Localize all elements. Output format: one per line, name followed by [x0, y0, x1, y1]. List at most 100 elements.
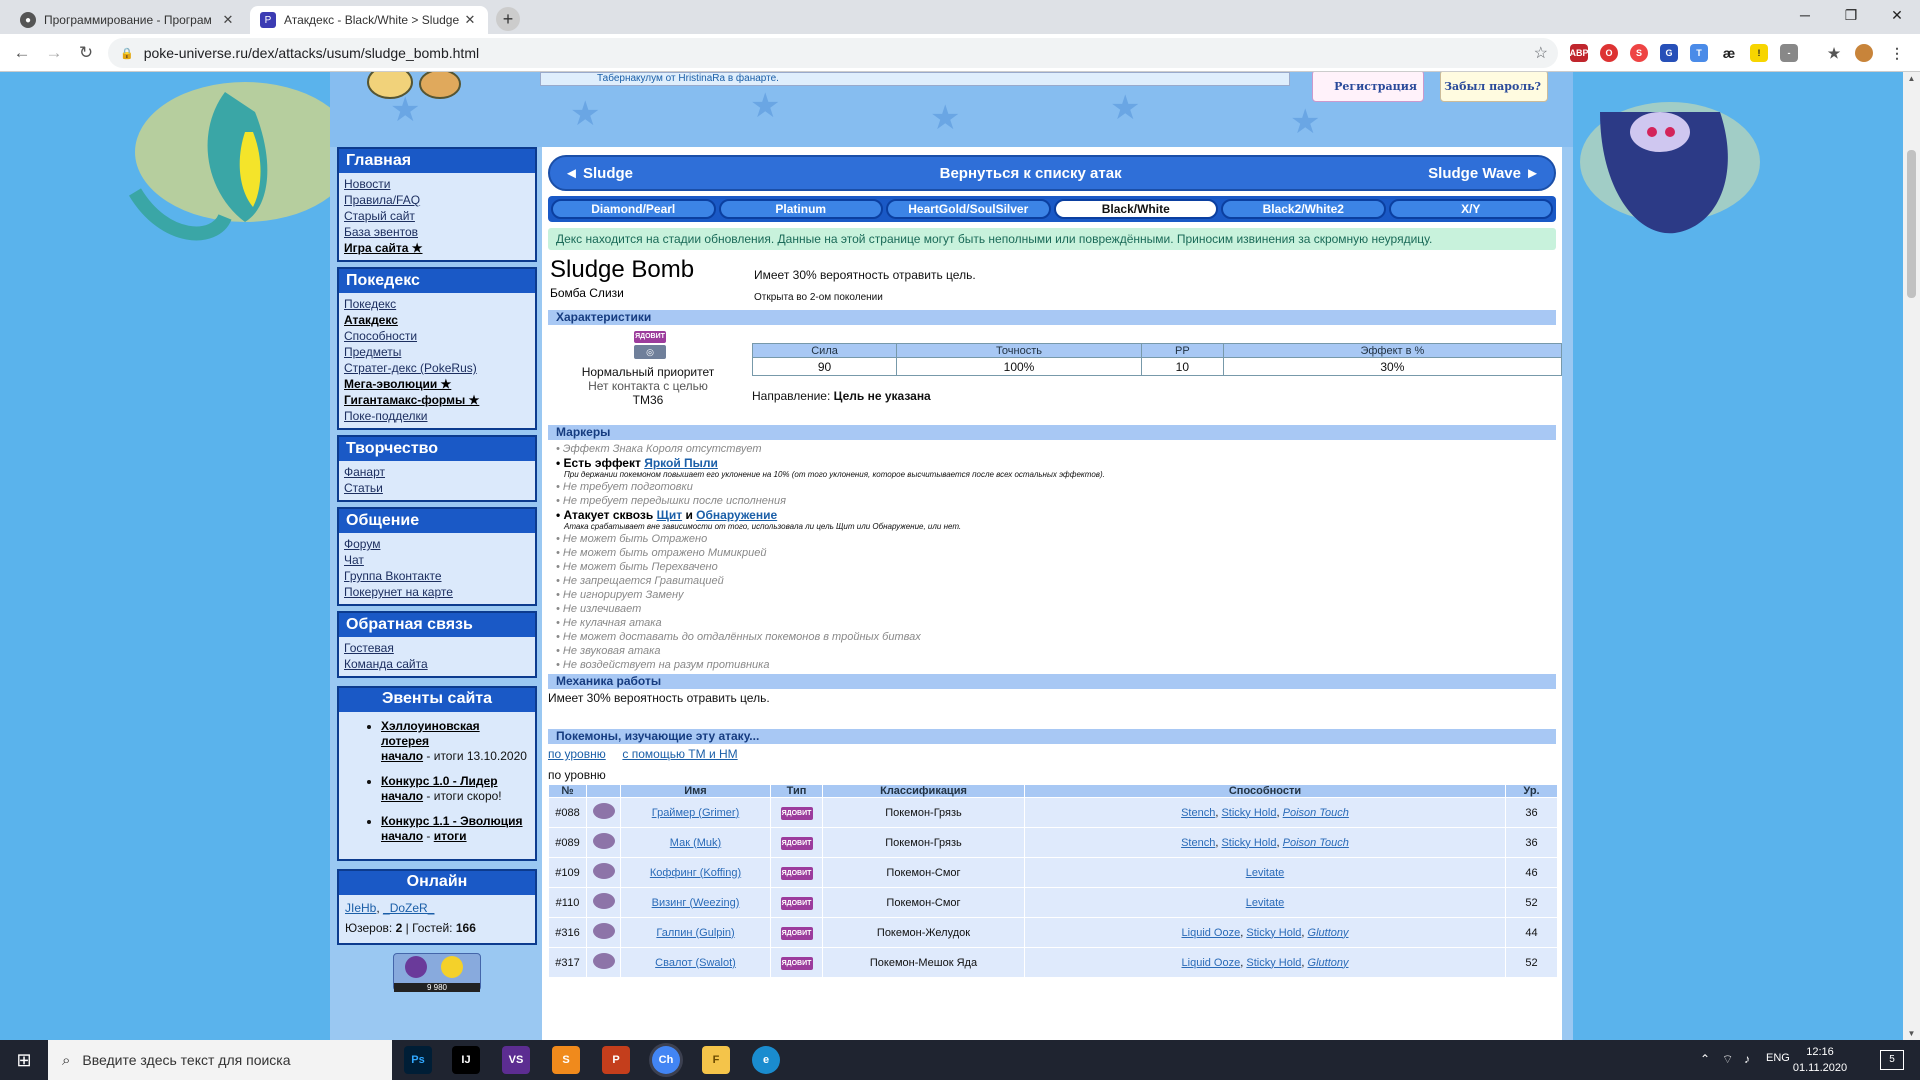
ability-link[interactable]: Gluttony [1308, 957, 1349, 969]
sidebar-item-team[interactable]: Команда сайта [344, 657, 428, 671]
pokemon-name-link[interactable]: Коффинг (Koffing) [650, 867, 741, 879]
sidebar-item-news[interactable]: Новости [344, 177, 390, 191]
minimize-icon[interactable]: ─ [1782, 0, 1828, 30]
sidebar-item-abilities[interactable]: Способности [344, 329, 417, 343]
register-button[interactable]: Регистрация [1312, 72, 1424, 102]
screenshot-extension-icon[interactable]: S [1630, 44, 1648, 62]
event-start-link[interactable]: начало [381, 749, 423, 763]
browser-tab-1[interactable]: ● Программирование - Програм ✕ [10, 6, 246, 34]
sidebar-item-old-site[interactable]: Старый сайт [344, 209, 415, 223]
pokemon-name-link[interactable]: Мак (Muk) [670, 837, 721, 849]
tab-black2-white2[interactable]: Black2/White2 [1221, 199, 1386, 219]
browser-tab-2[interactable]: P Атакдекс - Black/White > Sludge ✕ [250, 6, 488, 34]
ability-link[interactable]: Levitate [1246, 897, 1285, 909]
event-start-link[interactable]: начало [381, 789, 423, 803]
sidebar-item-items[interactable]: Предметы [344, 345, 401, 359]
page-scrollbar[interactable]: ▲ ▼ [1903, 72, 1920, 1040]
taskbar-search[interactable]: ⌕ Введите здесь текст для поиска [48, 1040, 392, 1080]
back-icon[interactable]: ← [10, 42, 34, 64]
scroll-up-icon[interactable]: ▲ [1903, 74, 1920, 83]
photoshop-icon[interactable]: Ps [404, 1046, 432, 1074]
scrollbar-thumb[interactable] [1907, 150, 1916, 298]
tab-diamond-pearl[interactable]: Diamond/Pearl [551, 199, 716, 219]
pokemon-name-link[interactable]: Граймер (Grimer) [652, 807, 740, 819]
sidebar-item-fanart[interactable]: Фанарт [344, 465, 385, 479]
ae-extension-icon[interactable]: æ [1720, 44, 1738, 62]
pokemon-name-link[interactable]: Визинг (Weezing) [652, 897, 740, 909]
sidebar-item-pokedex[interactable]: Покедекс [344, 297, 396, 311]
tab-extension-icon[interactable]: - [1780, 44, 1798, 62]
file-explorer-icon[interactable]: F [702, 1046, 730, 1074]
event-result-link[interactable]: итоги [434, 829, 467, 843]
scroll-down-icon[interactable]: ▼ [1903, 1029, 1920, 1038]
ability-link[interactable]: Sticky Hold [1246, 957, 1301, 969]
ability-link[interactable]: Stench [1181, 807, 1215, 819]
sidebar-item-fakes[interactable]: Поке-подделки [344, 409, 428, 423]
edge-icon[interactable]: e [752, 1046, 780, 1074]
pokemon-name-link[interactable]: Галпин (Gulpin) [656, 927, 734, 939]
address-bar[interactable]: 🔒 poke-universe.ru/dex/attacks/usum/slud… [108, 38, 1558, 68]
event-start-link[interactable]: начало [381, 829, 423, 843]
event-link[interactable]: Конкурс 1.1 - Эволюция [381, 814, 523, 828]
sidebar-item-rules[interactable]: Правила/FAQ [344, 193, 420, 207]
maximize-icon[interactable]: ❐ [1828, 0, 1874, 30]
sidebar-item-gigantamax[interactable]: Гигантамакс-формы ★ [344, 393, 479, 407]
ability-link[interactable]: Liquid Ooze [1182, 927, 1241, 939]
marker-link[interactable]: Щит [657, 508, 682, 522]
ability-link[interactable]: Poison Touch [1283, 807, 1349, 819]
sidebar-item-map[interactable]: Покерунет на карте [344, 585, 453, 599]
prev-attack-link[interactable]: ◄ Sludge [564, 165, 633, 182]
close-tab-icon[interactable]: ✕ [462, 12, 478, 28]
next-attack-link[interactable]: Sludge Wave ► [1428, 165, 1540, 182]
forward-icon[interactable]: → [42, 42, 66, 64]
close-tab-icon[interactable]: ✕ [220, 12, 236, 28]
wifi-icon[interactable]: ⌔ [1722, 1052, 1733, 1067]
ability-link[interactable]: Poison Touch [1283, 837, 1349, 849]
sidebar-item-guestbook[interactable]: Гостевая [344, 641, 394, 655]
sidebar-item-chat[interactable]: Чат [344, 553, 364, 567]
ability-link[interactable]: Sticky Hold [1246, 927, 1301, 939]
volume-icon[interactable]: ♪ [1744, 1052, 1750, 1066]
keep-extension-icon[interactable]: ! [1750, 44, 1768, 62]
sidebar-item-events-db[interactable]: База эвентов [344, 225, 418, 239]
sidebar-item-forum[interactable]: Форум [344, 537, 380, 551]
sidebar-item-mega[interactable]: Мега-эволюции ★ [344, 377, 451, 391]
site-banner[interactable]: 9 980 [393, 953, 481, 992]
tab-black-white[interactable]: Black/White [1053, 199, 1218, 219]
sidebar-item-vk-group[interactable]: Группа Вконтакте [344, 569, 442, 583]
bookmark-star-icon[interactable]: ☆ [1534, 43, 1548, 63]
menu-kebab-icon[interactable]: ⋮ [1888, 44, 1906, 62]
tab-x-y[interactable]: X/Y [1388, 199, 1553, 219]
tray-chevron-icon[interactable]: ⌃ [1700, 1052, 1710, 1066]
notification-center-icon[interactable]: 5 [1880, 1050, 1904, 1070]
marker-link[interactable]: Обнаружение [696, 508, 777, 522]
input-language[interactable]: ENG [1766, 1052, 1790, 1064]
extensions-puzzle-icon[interactable]: ★ [1825, 44, 1843, 62]
ability-link[interactable]: Gluttony [1308, 927, 1349, 939]
marker-link[interactable]: Яркой Пыли [644, 456, 718, 470]
close-window-icon[interactable]: ✕ [1874, 0, 1920, 30]
adblock-extension-icon[interactable]: ABP [1570, 44, 1589, 62]
profile-avatar[interactable] [1855, 44, 1873, 62]
sublime-icon[interactable]: S [552, 1046, 580, 1074]
event-link[interactable]: Хэллоуиновская лотерея [381, 719, 480, 748]
sidebar-item-attackdex[interactable]: Атакдекс [344, 313, 398, 327]
news-ticker[interactable]: Табернакулум от HristinaRa в фанарте. [540, 72, 1290, 86]
chrome-icon[interactable]: Ch [652, 1046, 680, 1074]
event-link[interactable]: Конкурс 1.0 - Лидер [381, 774, 498, 788]
system-clock[interactable]: 12:16 01.11.2020 [1788, 1044, 1852, 1076]
tab-heartgold-soulsilver[interactable]: HeartGold/SoulSilver [886, 199, 1051, 219]
windows-start-icon[interactable]: ⊞ [0, 1040, 48, 1080]
ability-link[interactable]: Sticky Hold [1221, 837, 1276, 849]
reload-icon[interactable]: ↻ [74, 42, 98, 64]
opera-extension-icon[interactable]: O [1600, 44, 1618, 62]
sidebar-item-strategy-dex[interactable]: Стратег-декс (PokeRus) [344, 361, 477, 375]
sidebar-item-articles[interactable]: Статьи [344, 481, 383, 495]
forgot-password-button[interactable]: Забыл пароль? [1440, 72, 1548, 102]
grammar-extension-icon[interactable]: G [1660, 44, 1678, 62]
learn-by-tm-link[interactable]: с помощью ТМ и НМ [622, 747, 737, 761]
pokemon-name-link[interactable]: Свалот (Swalot) [655, 957, 736, 969]
ability-link[interactable]: Levitate [1246, 867, 1285, 879]
new-tab-button[interactable]: + [496, 7, 520, 31]
learn-by-level-link[interactable]: по уровню [548, 747, 606, 761]
